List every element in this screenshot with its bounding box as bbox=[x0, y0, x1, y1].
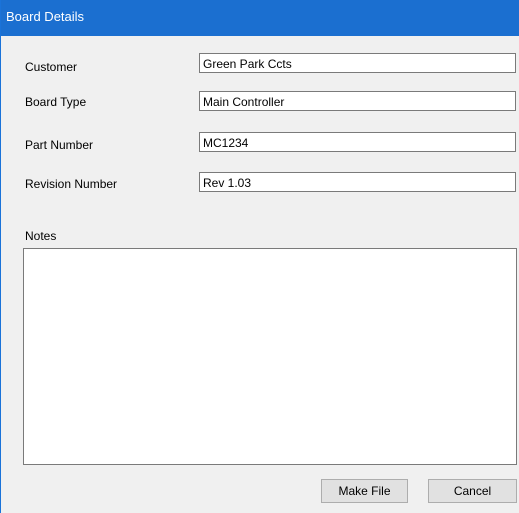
customer-field[interactable] bbox=[199, 53, 516, 73]
make-file-button[interactable]: Make File bbox=[321, 479, 408, 503]
cancel-button[interactable]: Cancel bbox=[428, 479, 517, 503]
notes-textarea[interactable] bbox=[23, 248, 517, 465]
window-title: Board Details bbox=[6, 9, 85, 24]
board-type-label: Board Type bbox=[25, 95, 87, 109]
board-details-dialog: Board Details Customer Board Type Part N… bbox=[0, 0, 519, 513]
revision-number-field[interactable] bbox=[199, 172, 516, 192]
board-type-field[interactable] bbox=[199, 91, 516, 111]
customer-label: Customer bbox=[25, 60, 78, 74]
part-number-field[interactable] bbox=[199, 132, 516, 152]
title-bar[interactable]: Board Details bbox=[1, 0, 519, 36]
part-number-label: Part Number bbox=[25, 138, 94, 152]
revision-number-label: Revision Number bbox=[25, 177, 118, 191]
notes-label: Notes bbox=[25, 229, 57, 243]
